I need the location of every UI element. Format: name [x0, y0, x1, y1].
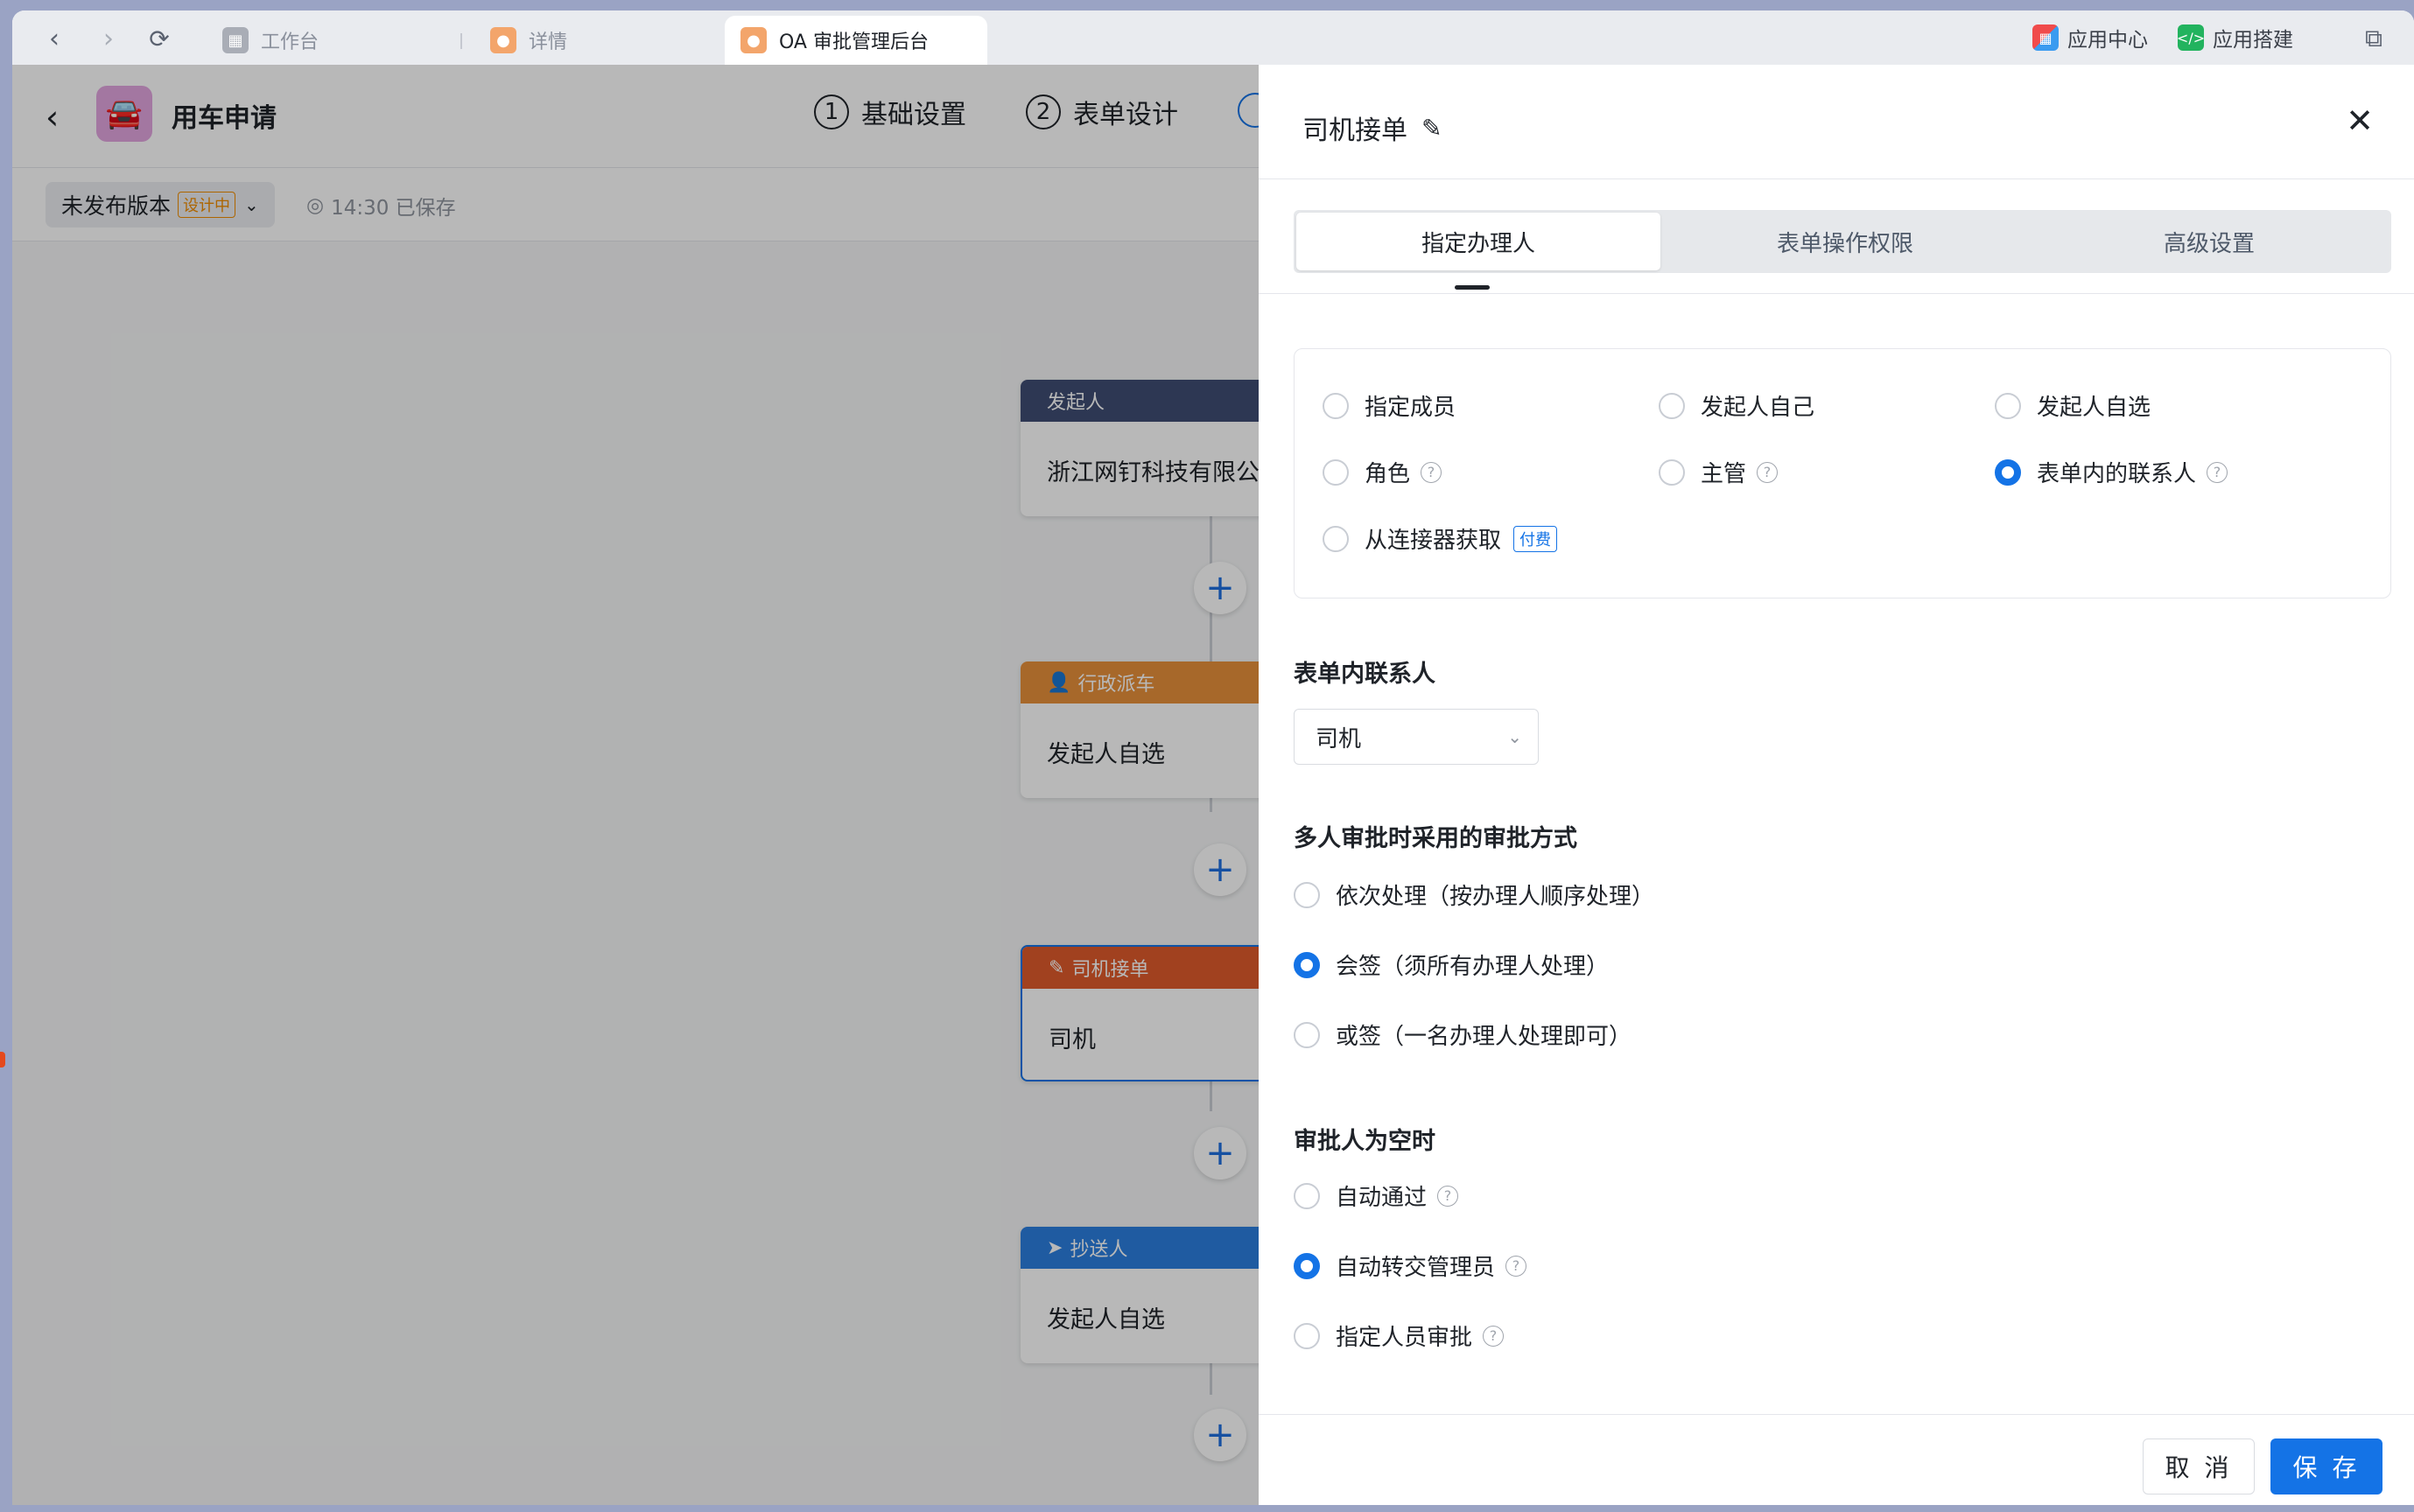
radio-circle[interactable]	[1294, 1182, 1320, 1209]
chevron-down-icon: ⌄	[1507, 726, 1522, 747]
radio-assignee-form-contact[interactable]: 表单内的联系人?	[1995, 456, 2228, 488]
modal-overlay[interactable]	[12, 65, 1259, 1505]
tab-advanced[interactable]: 高级设置	[2027, 210, 2391, 273]
app-center-label: 应用中心	[2067, 29, 2148, 52]
radio-label: 或签（一名办理人处理即可）	[1336, 1024, 1632, 1050]
drawer-title: 司机接单 ✎	[1302, 108, 1442, 147]
assignee-options: 指定成员 发起人自己 发起人自选 角色? 主管? 表单内的联系人? 从连接器获取…	[1294, 348, 2391, 598]
radio-designated-approver[interactable]: 指定人员审批?	[1294, 1320, 1505, 1352]
radio-label: 自动通过	[1336, 1185, 1428, 1211]
browser-tab-workbench[interactable]: ▦ 工作台	[207, 16, 469, 65]
user-icon: ●	[490, 27, 516, 53]
radio-label: 从连接器获取	[1365, 528, 1502, 554]
tab-indicator	[1455, 285, 1490, 290]
tab-label: 详情	[529, 32, 568, 53]
radio-circle[interactable]	[1294, 881, 1320, 908]
help-icon[interactable]: ?	[2207, 461, 2228, 483]
divider	[1259, 178, 2414, 179]
radio-assignee-initiator-choice[interactable]: 发起人自选	[1995, 389, 2151, 422]
divider	[1259, 293, 2414, 294]
settings-tabs: 指定办理人 表单操作权限 高级设置	[1294, 210, 2391, 273]
radio-assignee-members[interactable]: 指定成员	[1323, 389, 1456, 422]
radio-label: 自动转交管理员	[1336, 1255, 1496, 1281]
radio-label: 依次处理（按办理人顺序处理）	[1336, 884, 1655, 910]
browser-tab-oa[interactable]: ● OA 审批管理后台	[725, 16, 987, 65]
radio-label: 会签（须所有办理人处理）	[1336, 954, 1610, 980]
external-window-icon[interactable]: ⧉	[2358, 23, 2389, 54]
browser-tab-detail[interactable]: ● 详情	[474, 16, 719, 65]
radio-circle[interactable]	[1995, 392, 2021, 419]
help-icon[interactable]: ?	[1483, 1325, 1505, 1347]
refresh-icon[interactable]: ⟳	[144, 23, 175, 54]
section-title-contact: 表单内联系人	[1294, 661, 1435, 688]
radio-label: 指定人员审批	[1336, 1325, 1473, 1351]
radio-circle[interactable]	[1659, 458, 1685, 486]
radio-label: 表单内的联系人	[2037, 461, 2197, 487]
radio-label: 发起人自选	[2037, 395, 2151, 421]
edit-pencil-icon[interactable]: ✎	[1421, 114, 1442, 143]
help-icon[interactable]: ?	[1421, 461, 1442, 483]
radio-label: 角色	[1365, 461, 1411, 487]
workbench-icon: ▦	[222, 27, 249, 53]
app-builder-label: 应用搭建	[2213, 29, 2293, 52]
help-icon[interactable]: ?	[1437, 1185, 1459, 1207]
radio-assignee-connector[interactable]: 从连接器获取 付费	[1323, 522, 1558, 555]
radio-circle-checked[interactable]	[1294, 1252, 1320, 1279]
edge-marker	[0, 1052, 5, 1068]
tab-assignee[interactable]: 指定办理人	[1296, 213, 1660, 270]
app-builder-button[interactable]: </> 应用搭建	[2177, 21, 2293, 54]
radio-assignee-self[interactable]: 发起人自己	[1659, 389, 1814, 422]
radio-or-sign[interactable]: 或签（一名办理人处理即可）	[1294, 1018, 1632, 1051]
radio-label: 主管	[1701, 461, 1747, 487]
radio-countersign[interactable]: 会签（须所有办理人处理）	[1294, 948, 1609, 981]
select-value: 司机	[1316, 725, 1362, 752]
radio-circle-checked[interactable]	[1294, 951, 1320, 978]
close-icon[interactable]: ✕	[2346, 102, 2374, 140]
radio-circle[interactable]	[1323, 458, 1349, 486]
app-center-button[interactable]: ▦ 应用中心	[2032, 21, 2148, 54]
tab-form-permissions[interactable]: 表单操作权限	[1663, 210, 2027, 273]
radio-transfer-admin[interactable]: 自动转交管理员?	[1294, 1250, 1527, 1282]
back-icon[interactable]: ‹	[39, 23, 70, 54]
radio-circle[interactable]	[1294, 1021, 1320, 1048]
code-icon: </>	[2177, 24, 2205, 51]
radio-auto-approve[interactable]: 自动通过?	[1294, 1180, 1459, 1212]
tab-label: OA 审批管理后台	[779, 32, 929, 53]
cancel-button[interactable]: 取 消	[2143, 1438, 2255, 1494]
radio-circle[interactable]	[1323, 525, 1349, 552]
contact-select[interactable]: 司机 ⌄	[1294, 709, 1539, 765]
section-title-empty-approver: 审批人为空时	[1294, 1128, 1435, 1155]
save-button[interactable]: 保 存	[2270, 1438, 2382, 1494]
app-center-icon: ▦	[2032, 24, 2059, 51]
drawer-title-text: 司机接单	[1302, 116, 1407, 146]
radio-label: 指定成员	[1365, 395, 1456, 421]
divider	[1259, 1414, 2414, 1415]
help-icon[interactable]: ?	[1505, 1255, 1527, 1277]
node-settings-drawer: 司机接单 ✎ ✕ 指定办理人 表单操作权限 高级设置 指定成员 发起人自己 发起…	[1259, 65, 2414, 1505]
radio-circle-checked[interactable]	[1995, 458, 2021, 486]
radio-circle[interactable]	[1659, 392, 1685, 419]
radio-label: 发起人自己	[1701, 395, 1815, 421]
tab-divider	[460, 33, 462, 49]
tab-label: 工作台	[261, 32, 319, 53]
help-icon[interactable]: ?	[1757, 461, 1779, 483]
paid-badge: 付费	[1513, 525, 1558, 552]
radio-assignee-role[interactable]: 角色?	[1323, 456, 1442, 488]
user-icon: ●	[740, 27, 767, 53]
browser-window: ‹ › ⟳ ▦ 工作台 ● 详情 ● OA 审批管理后台 ▦ 应用中心 </> …	[12, 10, 2414, 1505]
radio-sequential[interactable]: 依次处理（按办理人顺序处理）	[1294, 878, 1654, 911]
browser-toolbar: ‹ › ⟳ ▦ 工作台 ● 详情 ● OA 审批管理后台 ▦ 应用中心 </> …	[12, 10, 2414, 65]
radio-circle[interactable]	[1294, 1322, 1320, 1349]
section-title-multi-approval: 多人审批时采用的审批方式	[1294, 825, 1577, 852]
radio-assignee-manager[interactable]: 主管?	[1659, 456, 1779, 488]
radio-circle[interactable]	[1323, 392, 1349, 419]
forward-icon[interactable]: ›	[93, 23, 124, 54]
